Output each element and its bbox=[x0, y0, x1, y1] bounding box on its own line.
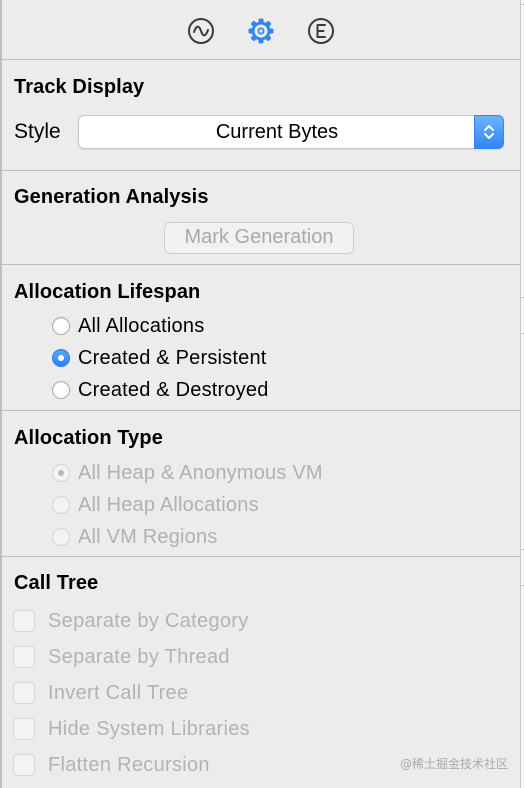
extended-detail-icon[interactable] bbox=[307, 17, 335, 45]
radio-label: Created & Persistent bbox=[78, 346, 267, 369]
radio-label: Created & Destroyed bbox=[78, 378, 269, 401]
section-title: Generation Analysis bbox=[14, 186, 209, 208]
radio-label: All Heap Allocations bbox=[78, 493, 259, 516]
checkbox-label: Hide System Libraries bbox=[48, 717, 250, 740]
section-title: Track Display bbox=[14, 76, 145, 98]
radio-all-heap-allocations[interactable]: All Heap Allocations bbox=[52, 490, 259, 520]
section-title: Allocation Type bbox=[14, 427, 163, 449]
radio-button[interactable] bbox=[52, 496, 70, 514]
checkbox-hide-system-libraries[interactable]: Hide System Libraries bbox=[13, 714, 250, 744]
radio-button-selected[interactable] bbox=[52, 349, 70, 367]
radio-label: All VM Regions bbox=[78, 525, 218, 548]
checkbox-label: Separate by Thread bbox=[48, 645, 230, 668]
inspector-panel: Track Display Style Current Bytes Genera… bbox=[0, 0, 521, 788]
style-popup-button[interactable]: Current Bytes bbox=[78, 115, 504, 149]
allocation-lifespan-section: Allocation Lifespan All Allocations Crea… bbox=[2, 265, 520, 411]
radio-all-vm-regions[interactable]: All VM Regions bbox=[52, 522, 218, 552]
checkbox[interactable] bbox=[13, 718, 35, 740]
checkbox[interactable] bbox=[13, 646, 35, 668]
section-title: Call Tree bbox=[14, 572, 99, 594]
style-label: Style bbox=[14, 120, 61, 143]
checkbox-separate-by-category[interactable]: Separate by Category bbox=[13, 606, 249, 636]
call-tree-section: Call Tree Separate by Category Separate … bbox=[2, 557, 520, 788]
radio-all-heap-anonymous-vm[interactable]: All Heap & Anonymous VM bbox=[52, 458, 323, 488]
gear-icon[interactable] bbox=[247, 17, 275, 45]
checkbox[interactable] bbox=[13, 754, 35, 776]
radio-button[interactable] bbox=[52, 317, 70, 335]
checkbox[interactable] bbox=[13, 682, 35, 704]
radio-created-persistent[interactable]: Created & Persistent bbox=[52, 343, 267, 373]
checkbox-flatten-recursion[interactable]: Flatten Recursion bbox=[13, 750, 210, 780]
radio-label: All Allocations bbox=[78, 314, 205, 337]
allocation-type-section: Allocation Type All Heap & Anonymous VM … bbox=[2, 411, 520, 557]
checkbox-separate-by-thread[interactable]: Separate by Thread bbox=[13, 642, 230, 672]
checkbox[interactable] bbox=[13, 610, 35, 632]
track-display-section: Track Display Style Current Bytes bbox=[2, 60, 520, 171]
up-down-arrows-icon bbox=[474, 115, 504, 149]
radio-label: All Heap & Anonymous VM bbox=[78, 461, 323, 484]
radio-button[interactable] bbox=[52, 528, 70, 546]
checkbox-label: Invert Call Tree bbox=[48, 681, 189, 704]
generation-analysis-section: Generation Analysis Mark Generation bbox=[2, 171, 520, 265]
radio-button-selected[interactable] bbox=[52, 464, 70, 482]
waveform-icon[interactable] bbox=[187, 17, 215, 45]
watermark: @稀土掘金技术社区 bbox=[399, 757, 508, 771]
checkbox-label: Separate by Category bbox=[48, 609, 249, 632]
radio-all-allocations[interactable]: All Allocations bbox=[52, 311, 204, 341]
radio-button[interactable] bbox=[52, 381, 70, 399]
radio-created-destroyed[interactable]: Created & Destroyed bbox=[52, 375, 269, 405]
mark-generation-button[interactable]: Mark Generation bbox=[164, 222, 354, 254]
section-title: Allocation Lifespan bbox=[14, 281, 201, 303]
style-popup-value: Current Bytes bbox=[215, 121, 339, 143]
checkbox-invert-call-tree[interactable]: Invert Call Tree bbox=[13, 678, 188, 708]
checkbox-label: Flatten Recursion bbox=[48, 753, 210, 776]
inspector-tab-bar bbox=[2, 0, 520, 60]
